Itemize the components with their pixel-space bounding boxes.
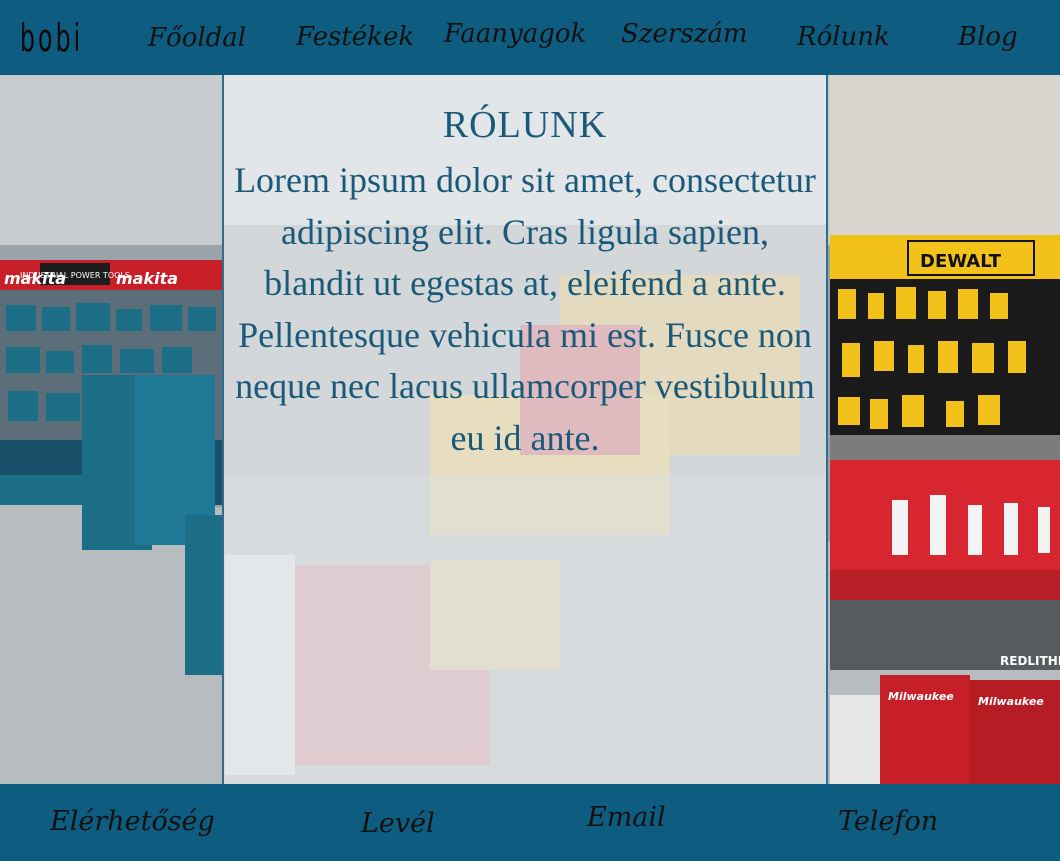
about-title: RÓLUNK — [442, 104, 608, 146]
nav-link-about[interactable]: Rólunk — [797, 19, 890, 55]
makita-sign-2: makita — [116, 269, 178, 288]
brand-logo[interactable]: bobi — [20, 16, 83, 60]
makita-sign-1: makita — [4, 269, 66, 288]
footer-link-contact[interactable]: Elérhetőség — [50, 804, 215, 840]
nav-link-home[interactable]: Főoldal — [148, 20, 246, 56]
footer-link-phone[interactable]: Telefon — [838, 804, 938, 840]
milwaukee-sign-1: Milwaukee — [888, 690, 954, 703]
footer-link-email[interactable]: Email — [587, 800, 666, 836]
about-body-text: Lorem ipsum dolor sit amet, consectetur … — [234, 160, 816, 458]
footer-contact-bar: Elérhetőség Levél Email Telefon — [0, 784, 1060, 861]
redlithium-sign: REDLITHIUM — [1000, 654, 1060, 668]
nav-link-tools[interactable]: Szerszám — [621, 16, 748, 52]
nav-link-lumber[interactable]: Faanyagok — [444, 16, 586, 52]
footer-link-letter[interactable]: Levél — [361, 806, 435, 842]
about-panel: RÓLUNK Lorem ipsum dolor sit amet, conse… — [222, 75, 828, 784]
milwaukee-sign-2: Milwaukee — [978, 695, 1044, 708]
nav-link-paints[interactable]: Festékek — [296, 19, 414, 55]
nav-link-blog[interactable]: Blog — [958, 19, 1018, 55]
dewalt-sign: DEWALT — [920, 251, 1002, 272]
top-navigation: bobi Főoldal Festékek Faanyagok Szerszám… — [0, 0, 1060, 75]
